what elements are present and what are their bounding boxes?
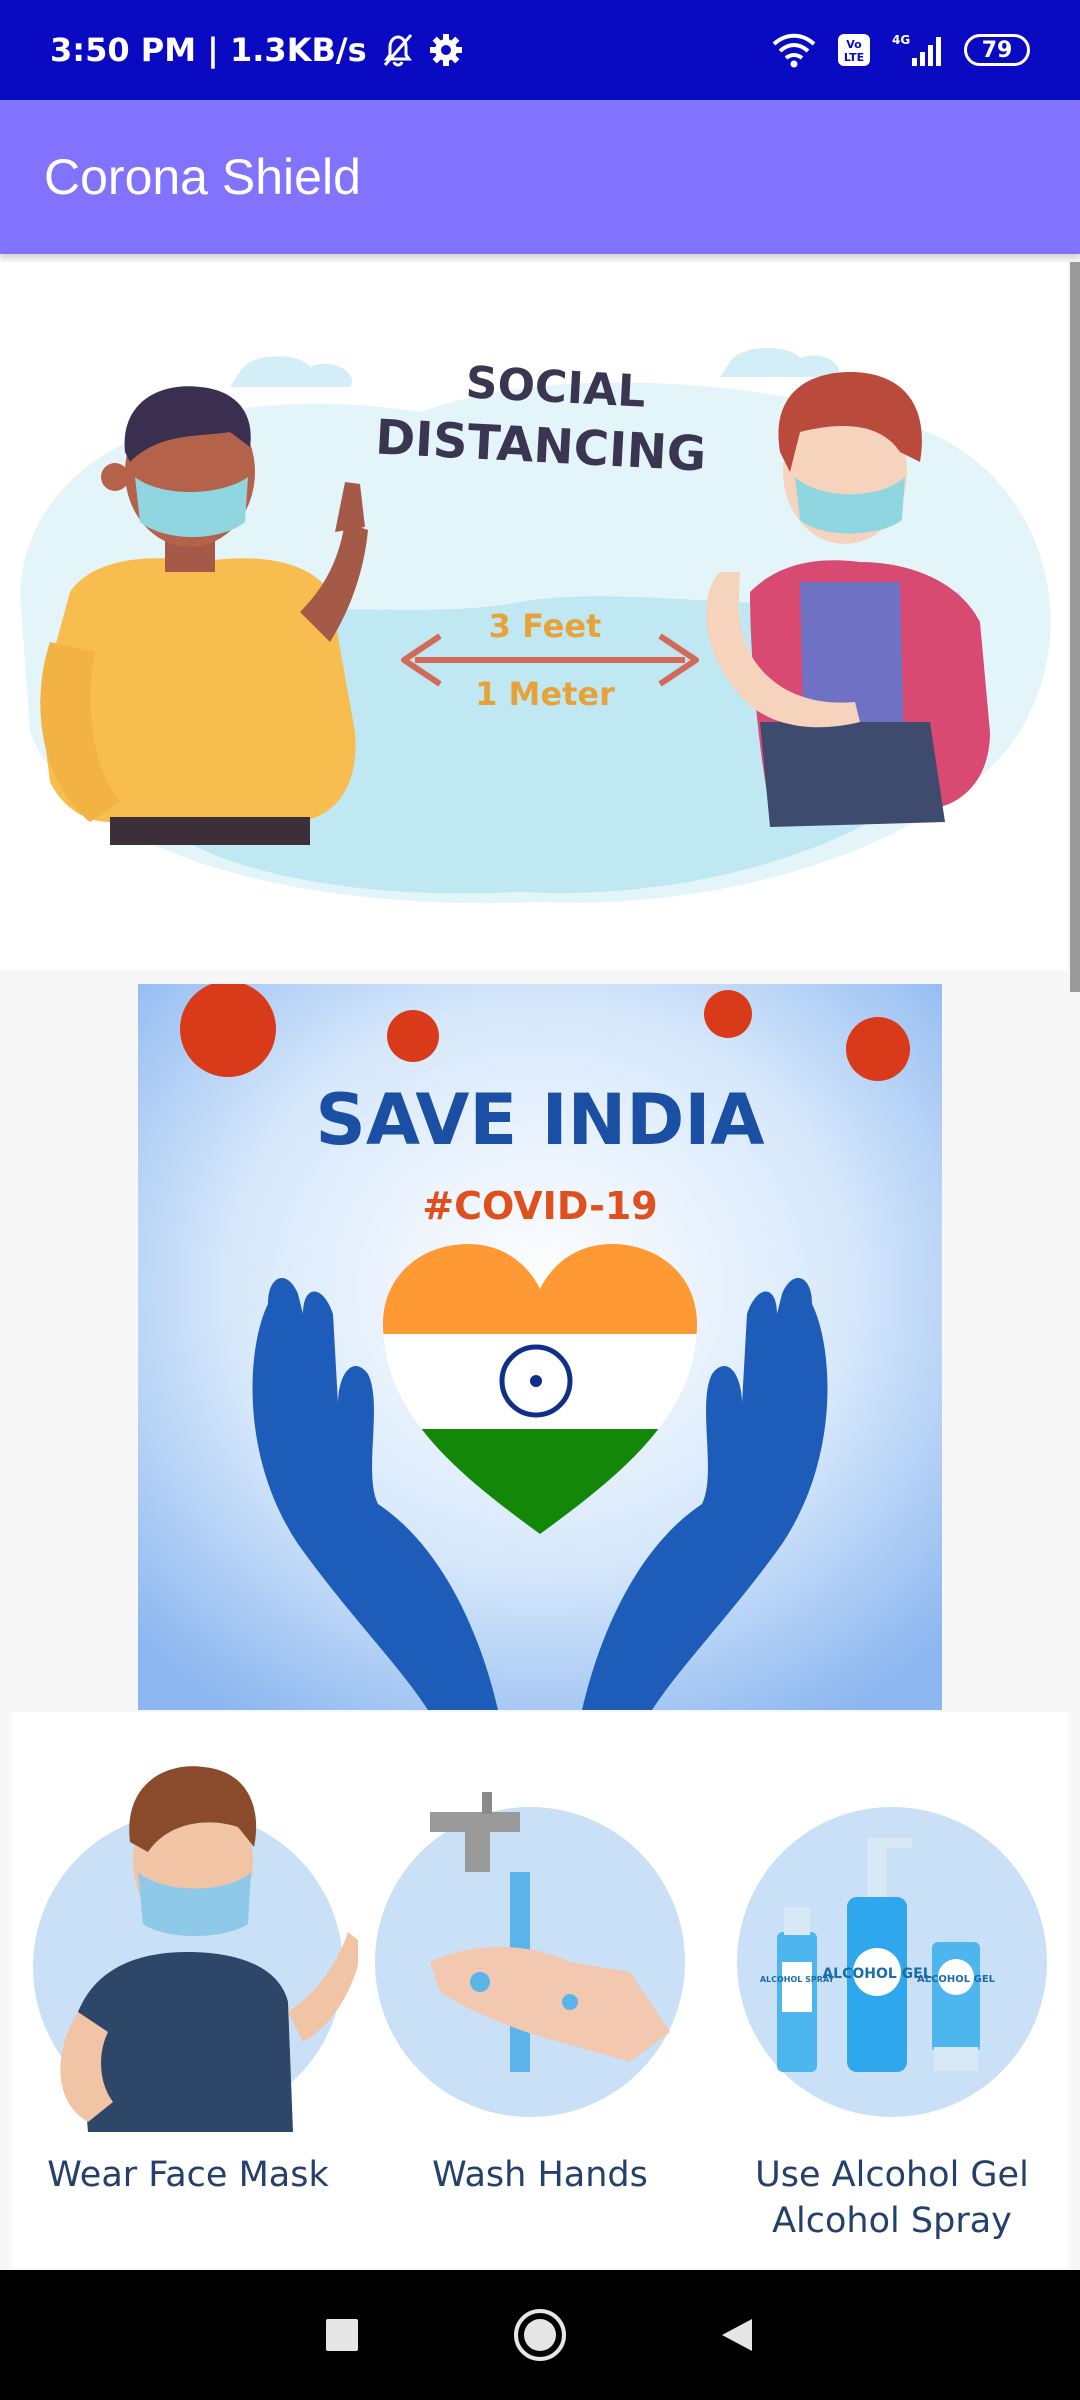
battery-level: 79: [981, 37, 1013, 63]
face-mask-person-icon: [33, 1766, 358, 2132]
svg-text:4G: 4G: [892, 33, 910, 47]
app-bar: Corona Shield: [0, 100, 1080, 254]
social-distancing-banner[interactable]: SOCIAL DISTANCING 3 Feet 1 Meter: [0, 262, 1068, 970]
distance-feet-label: 3 Feet: [489, 607, 602, 645]
home-circle-icon[interactable]: [512, 2307, 568, 2363]
svg-text:Vo: Vo: [846, 38, 862, 51]
battery-indicator: 79: [964, 34, 1030, 66]
status-bar: 3:50 PM | 1.3KB/s Vo LTE 4G 79: [0, 0, 1080, 100]
save-india-heading: SAVE INDIA: [315, 1079, 764, 1161]
cellular-signal-icon: 4G: [892, 33, 941, 66]
svg-text:ALCOHOL GEL: ALCOHOL GEL: [822, 1966, 931, 1982]
tip-label-alcohol-gel-line2: Alcohol Spray: [772, 2201, 1012, 2241]
wash-hands-icon: [375, 1792, 685, 2117]
bell-off-icon: [383, 34, 412, 67]
social-heading-line1: SOCIAL: [465, 357, 647, 417]
covid-hashtag: #COVID-19: [422, 1184, 657, 1228]
svg-text:ALCOHOL GEL: ALCOHOL GEL: [917, 1974, 996, 1985]
tip-label-alcohol-gel-line1: Use Alcohol Gel: [755, 2155, 1029, 2195]
tip-wash-hands[interactable]: Wash Hands: [370, 1712, 710, 2244]
tip-label-wear-mask: Wear Face Mask: [47, 2155, 329, 2195]
precautions-card[interactable]: Wear Face Mask Wash Hands ALCOHOL SPRAY: [12, 1712, 1068, 2268]
save-india-banner[interactable]: SAVE INDIA #COVID-19: [138, 981, 942, 1710]
navigation-bar: [0, 2270, 1080, 2400]
svg-text:LTE: LTE: [844, 51, 864, 64]
alcohol-gel-icon: ALCOHOL SPRAY ALCOHOL GEL ALCOHOL GEL: [737, 1807, 1047, 2117]
recents-square-icon[interactable]: [322, 2315, 362, 2355]
save-india-illustration: SAVE INDIA #COVID-19: [138, 981, 942, 1710]
back-triangle-icon[interactable]: [718, 2315, 758, 2355]
tip-label-wash-hands: Wash Hands: [432, 2155, 648, 2195]
settings-gear-icon: [429, 34, 462, 66]
tips-row: Wear Face Mask Wash Hands ALCOHOL SPRAY: [12, 1712, 1068, 2244]
tip-label-alcohol-gel: Use Alcohol Gel Alcohol Spray: [755, 2152, 1029, 2244]
social-distancing-illustration: SOCIAL DISTANCING 3 Feet 1 Meter: [20, 347, 1051, 904]
tip-wear-mask[interactable]: Wear Face Mask: [18, 1712, 358, 2244]
app-title: Corona Shield: [44, 149, 361, 205]
distance-meter-label: 1 Meter: [475, 675, 615, 713]
volte-icon: Vo LTE: [838, 34, 870, 66]
wifi-icon: [772, 33, 816, 68]
scroll-indicator[interactable]: [1070, 262, 1080, 992]
tip-alcohol-gel[interactable]: ALCOHOL SPRAY ALCOHOL GEL ALCOHOL GEL Us…: [722, 1712, 1062, 2244]
status-time-speed: 3:50 PM | 1.3KB/s: [50, 31, 367, 69]
